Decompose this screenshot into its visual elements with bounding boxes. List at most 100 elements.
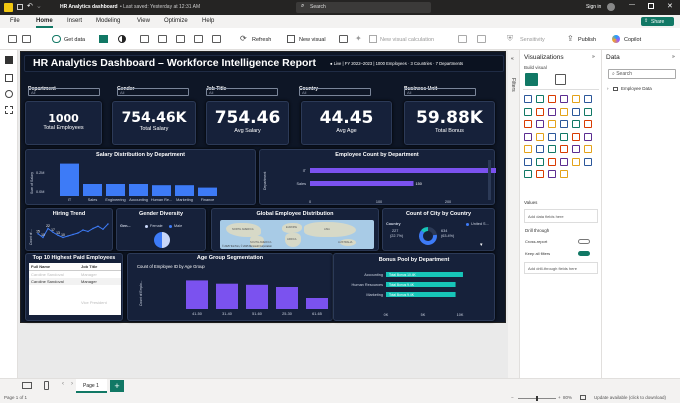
share-button[interactable]: ⇪ Share [641,17,674,26]
column-header[interactable]: Full Name [29,263,81,270]
visual-type-icon[interactable] [536,132,544,141]
slicer-job-title[interactable]: Job Title All [206,77,286,97]
visual-type-icon[interactable] [548,157,556,166]
slicer-dropdown[interactable]: All [28,88,100,96]
search-box[interactable]: ⌕ Search [296,2,431,13]
refresh-button[interactable]: Refresh [252,37,271,43]
salary-bar[interactable] [106,184,125,196]
visual-type-icon[interactable] [560,157,568,166]
collapse-viz-icon[interactable]: » [592,54,595,60]
dax-view-icon[interactable] [5,106,13,114]
more-visuals-icon[interactable]: ✦ [355,34,362,43]
city-slice[interactable] [428,227,437,236]
avatar[interactable] [607,3,615,11]
new-visual-button[interactable]: New visual [299,37,326,43]
slicer-gender[interactable]: Gender All [117,77,197,97]
scrollbar[interactable] [488,160,491,200]
menu-help[interactable]: Help [202,18,214,24]
collapse-data-icon[interactable]: » [672,54,675,60]
visual-type-icon[interactable] [524,120,532,128]
hiring-point[interactable] [72,233,74,236]
visual-type-icon[interactable] [584,120,592,128]
hiring-point[interactable] [107,223,109,225]
visual-type-icon[interactable] [560,95,568,103]
age-bar[interactable] [246,284,268,309]
maximize-icon[interactable] [648,3,654,9]
zoom-out-icon[interactable]: − [511,395,514,400]
values-well[interactable]: Add data fields here [524,209,598,223]
hiring-point[interactable] [37,233,39,235]
slicer-department[interactable]: Department All [28,77,108,97]
visual-type-icon[interactable] [584,145,592,153]
keep-filters-toggle[interactable] [578,251,590,256]
filters-pane-collapsed[interactable]: « Filters [508,50,520,378]
visual-type-icon[interactable] [548,132,556,141]
paste-icon[interactable] [8,35,17,43]
visual-type-icon[interactable] [572,145,580,153]
slicer-dropdown[interactable]: All [206,88,278,96]
zoom-in-icon[interactable]: + [558,395,561,400]
new-measure-icon[interactable] [458,35,467,43]
hiring-point[interactable] [52,231,54,233]
build-visual-tab-icon[interactable] [525,73,538,86]
hiring-point[interactable] [102,228,104,230]
format-painter-icon[interactable] [22,35,31,43]
slicer-dropdown[interactable]: All [299,88,371,96]
visual-type-icon[interactable] [560,107,568,116]
visual-type-icon[interactable] [560,120,568,128]
zoom-level[interactable]: 80% [563,395,572,400]
sql-icon[interactable] [140,35,149,43]
quick-measure-icon[interactable] [477,35,486,43]
headcount-bar[interactable] [310,168,496,173]
add-page-button[interactable]: + [110,380,124,392]
visual-type-icon[interactable] [536,170,544,178]
visual-type-icon[interactable] [548,107,556,116]
minimize-icon[interactable]: — [629,2,635,8]
visual-type-icon[interactable] [572,95,580,103]
table-row[interactable]: Vice President [29,299,121,306]
bonus-pool-visual[interactable]: Bonus Pool by Department Accounting Total… [333,253,495,321]
salary-bar[interactable] [60,163,79,196]
visual-type-icon[interactable] [536,120,544,128]
visual-type-icon[interactable] [548,170,556,178]
visual-type-icon[interactable] [584,157,592,166]
hiring-point[interactable] [62,236,64,239]
hiring-point[interactable] [42,236,44,239]
visual-type-icon[interactable] [572,107,580,116]
hiring-point[interactable] [97,225,99,227]
format-visual-tab-icon[interactable] [555,74,566,85]
next-page-icon[interactable]: › [71,381,73,387]
report-view-icon[interactable] [5,56,13,64]
menu-insert[interactable]: Insert [67,18,82,24]
table-view-icon[interactable] [5,74,13,82]
prev-page-icon[interactable]: ‹ [62,381,64,387]
publish-button[interactable]: Publish [578,37,596,43]
fit-to-page-icon[interactable] [580,395,586,400]
salary-distribution-visual[interactable]: Salary Distribution by Department Sum of… [25,149,256,205]
age-bar[interactable] [186,280,208,309]
visual-type-icon[interactable] [584,132,592,141]
hiring-point[interactable] [47,227,49,230]
visual-type-icon[interactable] [524,145,532,153]
global-map-visual[interactable]: Global Employee Distribution NORTH AMERI… [211,208,379,251]
visual-type-icon[interactable] [572,132,580,141]
visual-type-icon[interactable] [524,107,532,116]
visual-type-icon[interactable] [536,157,544,166]
get-data-button[interactable]: Get data [64,37,85,43]
recent-sources-icon[interactable] [194,35,203,43]
visual-type-icon[interactable] [560,132,568,141]
top10-table-visual[interactable]: Top 10 Highest Paid Employees Full Name … [25,253,123,321]
slicer-country[interactable]: Country All [299,77,379,97]
headcount-visual[interactable]: Employee Count by Department Department … [259,149,496,205]
visual-type-icon[interactable] [560,145,568,153]
new-calc-button[interactable]: New visual calculation [380,37,434,43]
redo-icon[interactable]: ⌄ [36,2,42,10]
menu-view[interactable]: View [137,18,150,24]
close-icon[interactable]: ✕ [667,2,673,10]
visual-type-icon[interactable] [572,157,580,166]
column-header[interactable]: Job Title [81,263,121,270]
tab-page-1[interactable]: Page 1 [76,379,107,393]
visual-type-icon[interactable] [548,95,556,103]
age-group-visual[interactable]: Age Group Segmentation Count of Employee… [127,253,333,321]
visual-type-icon[interactable] [548,120,556,128]
